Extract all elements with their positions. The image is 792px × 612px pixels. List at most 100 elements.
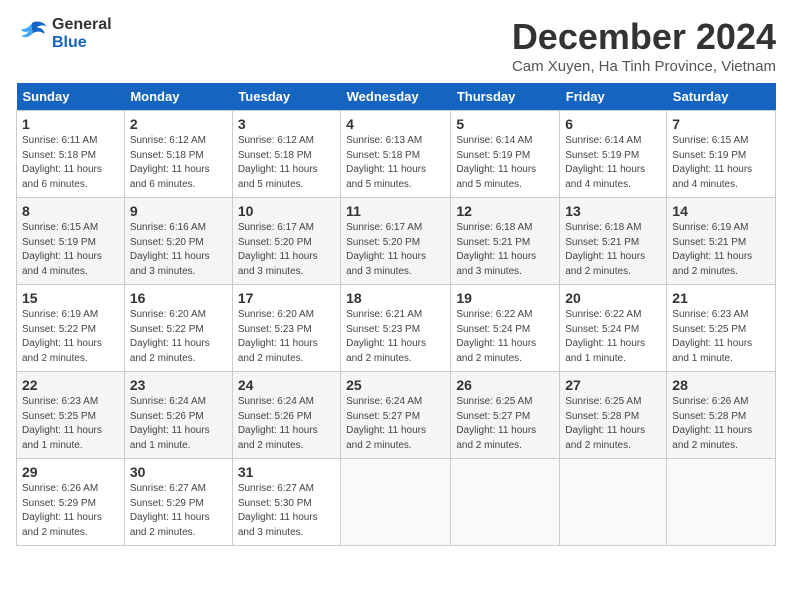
day-info: Sunrise: 6:24 AMSunset: 5:26 PMDaylight:… — [130, 396, 210, 451]
logo-text: General Blue — [52, 16, 112, 52]
day-info: Sunrise: 6:14 AMSunset: 5:19 PMDaylight:… — [565, 135, 645, 190]
calendar-cell: 23 Sunrise: 6:24 AMSunset: 5:26 PMDaylig… — [124, 372, 232, 459]
day-number: 5 — [456, 116, 554, 132]
day-info: Sunrise: 6:26 AMSunset: 5:28 PMDaylight:… — [672, 396, 752, 451]
calendar-cell: 8 Sunrise: 6:15 AMSunset: 5:19 PMDayligh… — [17, 198, 125, 285]
day-number: 6 — [565, 116, 661, 132]
day-number: 19 — [456, 290, 554, 306]
day-info: Sunrise: 6:14 AMSunset: 5:19 PMDaylight:… — [456, 135, 536, 190]
calendar-cell: 31 Sunrise: 6:27 AMSunset: 5:30 PMDaylig… — [232, 459, 340, 546]
page-header: General Blue December 2024 Cam Xuyen, Ha… — [16, 16, 776, 75]
day-info: Sunrise: 6:11 AMSunset: 5:18 PMDaylight:… — [22, 135, 102, 190]
calendar-cell: 6 Sunrise: 6:14 AMSunset: 5:19 PMDayligh… — [560, 111, 667, 198]
day-info: Sunrise: 6:22 AMSunset: 5:24 PMDaylight:… — [456, 309, 536, 364]
day-number: 2 — [130, 116, 227, 132]
logo-icon — [16, 20, 48, 48]
day-info: Sunrise: 6:26 AMSunset: 5:29 PMDaylight:… — [22, 483, 102, 538]
day-info: Sunrise: 6:18 AMSunset: 5:21 PMDaylight:… — [565, 222, 645, 277]
calendar-cell: 22 Sunrise: 6:23 AMSunset: 5:25 PMDaylig… — [17, 372, 125, 459]
day-number: 8 — [22, 203, 119, 219]
calendar-cell: 29 Sunrise: 6:26 AMSunset: 5:29 PMDaylig… — [17, 459, 125, 546]
day-number: 17 — [238, 290, 335, 306]
calendar-table: Sunday Monday Tuesday Wednesday Thursday… — [16, 83, 776, 546]
calendar-cell: 2 Sunrise: 6:12 AMSunset: 5:18 PMDayligh… — [124, 111, 232, 198]
col-tuesday: Tuesday — [232, 83, 340, 111]
day-info: Sunrise: 6:13 AMSunset: 5:18 PMDaylight:… — [346, 135, 426, 190]
day-number: 27 — [565, 377, 661, 393]
day-number: 11 — [346, 203, 445, 219]
day-info: Sunrise: 6:22 AMSunset: 5:24 PMDaylight:… — [565, 309, 645, 364]
day-number: 21 — [672, 290, 770, 306]
calendar-cell: 20 Sunrise: 6:22 AMSunset: 5:24 PMDaylig… — [560, 285, 667, 372]
calendar-cell: 9 Sunrise: 6:16 AMSunset: 5:20 PMDayligh… — [124, 198, 232, 285]
calendar-cell: 14 Sunrise: 6:19 AMSunset: 5:21 PMDaylig… — [667, 198, 776, 285]
day-info: Sunrise: 6:20 AMSunset: 5:23 PMDaylight:… — [238, 309, 318, 364]
col-thursday: Thursday — [451, 83, 560, 111]
calendar-cell — [451, 459, 560, 546]
day-info: Sunrise: 6:27 AMSunset: 5:29 PMDaylight:… — [130, 483, 210, 538]
calendar-header-row: Sunday Monday Tuesday Wednesday Thursday… — [17, 83, 776, 111]
day-number: 3 — [238, 116, 335, 132]
calendar-cell: 19 Sunrise: 6:22 AMSunset: 5:24 PMDaylig… — [451, 285, 560, 372]
calendar-cell: 30 Sunrise: 6:27 AMSunset: 5:29 PMDaylig… — [124, 459, 232, 546]
day-number: 10 — [238, 203, 335, 219]
day-info: Sunrise: 6:17 AMSunset: 5:20 PMDaylight:… — [238, 222, 318, 277]
col-saturday: Saturday — [667, 83, 776, 111]
day-info: Sunrise: 6:27 AMSunset: 5:30 PMDaylight:… — [238, 483, 318, 538]
day-info: Sunrise: 6:23 AMSunset: 5:25 PMDaylight:… — [672, 309, 752, 364]
day-number: 23 — [130, 377, 227, 393]
calendar-cell — [667, 459, 776, 546]
calendar-cell: 12 Sunrise: 6:18 AMSunset: 5:21 PMDaylig… — [451, 198, 560, 285]
col-sunday: Sunday — [17, 83, 125, 111]
calendar-cell: 10 Sunrise: 6:17 AMSunset: 5:20 PMDaylig… — [232, 198, 340, 285]
calendar-week-row: 1 Sunrise: 6:11 AMSunset: 5:18 PMDayligh… — [17, 111, 776, 198]
calendar-cell: 26 Sunrise: 6:25 AMSunset: 5:27 PMDaylig… — [451, 372, 560, 459]
day-info: Sunrise: 6:23 AMSunset: 5:25 PMDaylight:… — [22, 396, 102, 451]
calendar-week-row: 15 Sunrise: 6:19 AMSunset: 5:22 PMDaylig… — [17, 285, 776, 372]
day-number: 4 — [346, 116, 445, 132]
day-info: Sunrise: 6:15 AMSunset: 5:19 PMDaylight:… — [672, 135, 752, 190]
title-block: December 2024 Cam Xuyen, Ha Tinh Provinc… — [512, 16, 776, 75]
day-number: 20 — [565, 290, 661, 306]
day-info: Sunrise: 6:24 AMSunset: 5:27 PMDaylight:… — [346, 396, 426, 451]
day-number: 9 — [130, 203, 227, 219]
day-info: Sunrise: 6:20 AMSunset: 5:22 PMDaylight:… — [130, 309, 210, 364]
day-number: 24 — [238, 377, 335, 393]
calendar-cell: 18 Sunrise: 6:21 AMSunset: 5:23 PMDaylig… — [341, 285, 451, 372]
day-info: Sunrise: 6:15 AMSunset: 5:19 PMDaylight:… — [22, 222, 102, 277]
calendar-cell — [560, 459, 667, 546]
calendar-cell: 13 Sunrise: 6:18 AMSunset: 5:21 PMDaylig… — [560, 198, 667, 285]
logo: General Blue — [16, 16, 112, 52]
day-info: Sunrise: 6:12 AMSunset: 5:18 PMDaylight:… — [238, 135, 318, 190]
calendar-cell: 16 Sunrise: 6:20 AMSunset: 5:22 PMDaylig… — [124, 285, 232, 372]
day-info: Sunrise: 6:17 AMSunset: 5:20 PMDaylight:… — [346, 222, 426, 277]
col-monday: Monday — [124, 83, 232, 111]
calendar-cell: 5 Sunrise: 6:14 AMSunset: 5:19 PMDayligh… — [451, 111, 560, 198]
calendar-cell: 24 Sunrise: 6:24 AMSunset: 5:26 PMDaylig… — [232, 372, 340, 459]
calendar-cell: 17 Sunrise: 6:20 AMSunset: 5:23 PMDaylig… — [232, 285, 340, 372]
calendar-cell: 3 Sunrise: 6:12 AMSunset: 5:18 PMDayligh… — [232, 111, 340, 198]
day-number: 25 — [346, 377, 445, 393]
calendar-cell: 21 Sunrise: 6:23 AMSunset: 5:25 PMDaylig… — [667, 285, 776, 372]
day-number: 13 — [565, 203, 661, 219]
calendar-cell: 25 Sunrise: 6:24 AMSunset: 5:27 PMDaylig… — [341, 372, 451, 459]
day-number: 29 — [22, 464, 119, 480]
calendar-week-row: 8 Sunrise: 6:15 AMSunset: 5:19 PMDayligh… — [17, 198, 776, 285]
day-info: Sunrise: 6:19 AMSunset: 5:22 PMDaylight:… — [22, 309, 102, 364]
day-number: 1 — [22, 116, 119, 132]
day-number: 15 — [22, 290, 119, 306]
day-number: 12 — [456, 203, 554, 219]
calendar-cell — [341, 459, 451, 546]
day-info: Sunrise: 6:12 AMSunset: 5:18 PMDaylight:… — [130, 135, 210, 190]
day-number: 26 — [456, 377, 554, 393]
day-info: Sunrise: 6:18 AMSunset: 5:21 PMDaylight:… — [456, 222, 536, 277]
day-info: Sunrise: 6:16 AMSunset: 5:20 PMDaylight:… — [130, 222, 210, 277]
calendar-week-row: 22 Sunrise: 6:23 AMSunset: 5:25 PMDaylig… — [17, 372, 776, 459]
location-subtitle: Cam Xuyen, Ha Tinh Province, Vietnam — [512, 58, 776, 75]
day-info: Sunrise: 6:25 AMSunset: 5:28 PMDaylight:… — [565, 396, 645, 451]
day-info: Sunrise: 6:24 AMSunset: 5:26 PMDaylight:… — [238, 396, 318, 451]
day-info: Sunrise: 6:19 AMSunset: 5:21 PMDaylight:… — [672, 222, 752, 277]
day-number: 22 — [22, 377, 119, 393]
calendar-cell: 28 Sunrise: 6:26 AMSunset: 5:28 PMDaylig… — [667, 372, 776, 459]
day-number: 30 — [130, 464, 227, 480]
